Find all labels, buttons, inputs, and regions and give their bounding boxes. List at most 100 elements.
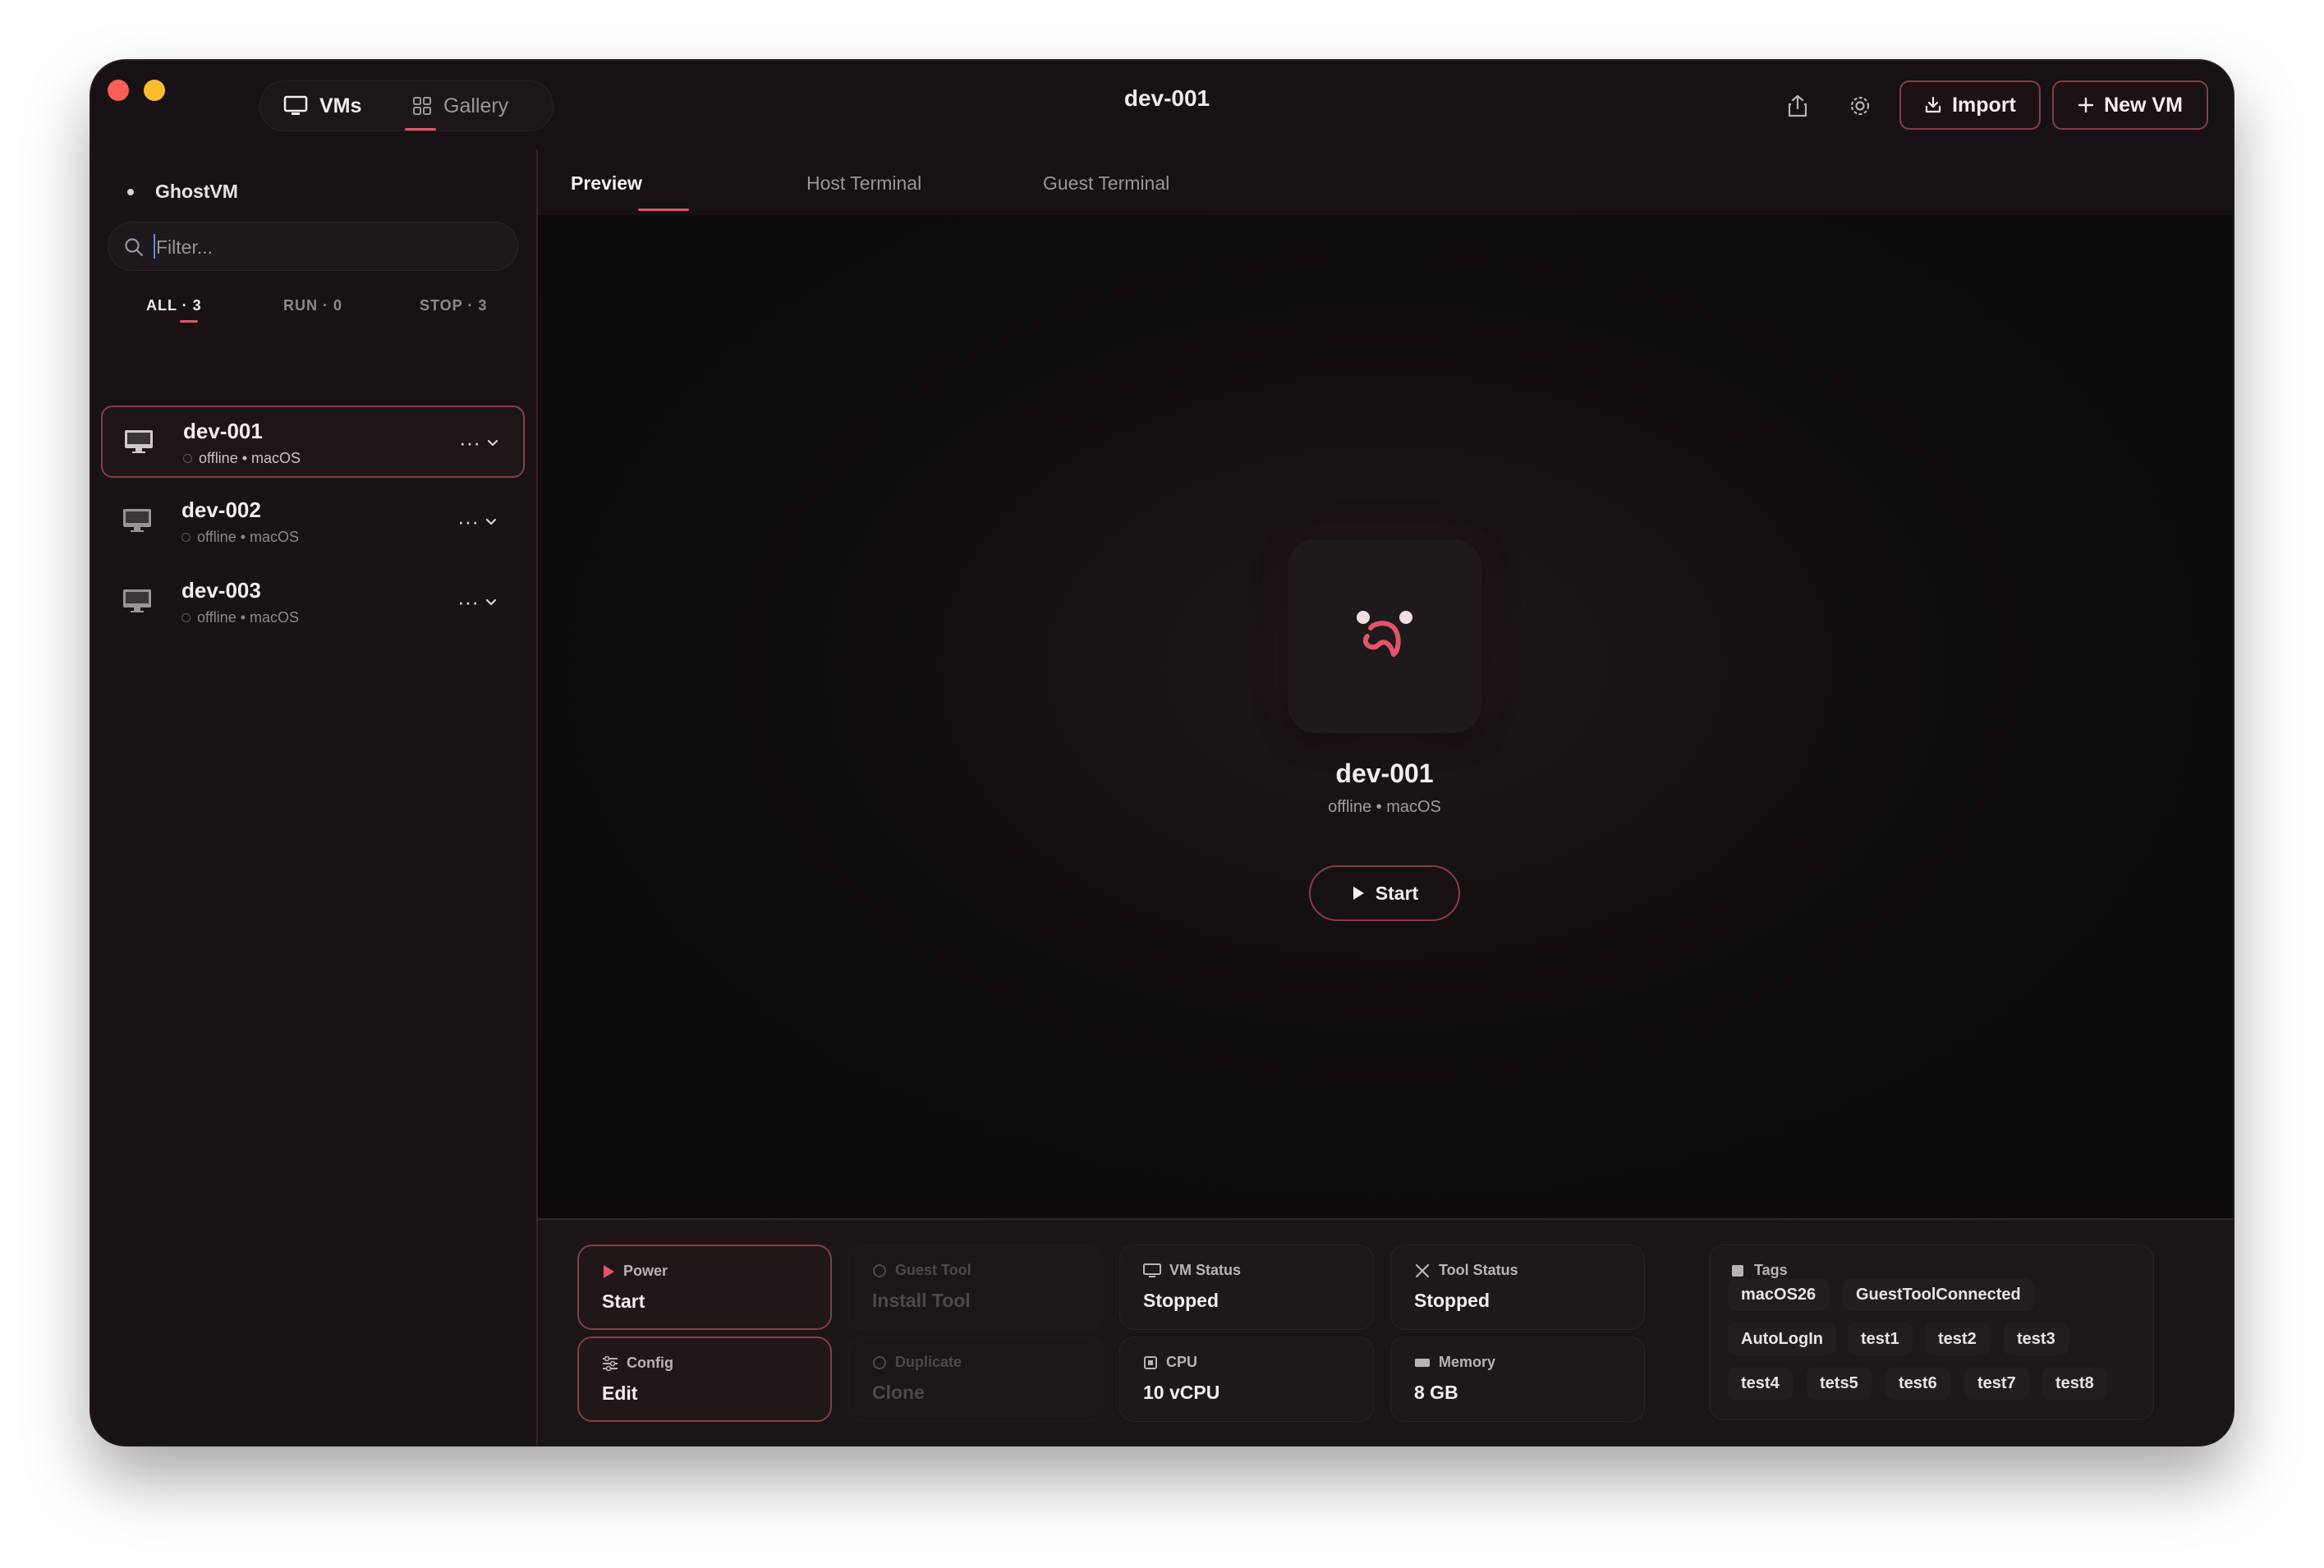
filter-tab-stop[interactable]: STOP · 3 [420, 297, 487, 314]
power-card[interactable]: Power Start [577, 1245, 832, 1330]
vm-actions-menu[interactable]: ··· [457, 509, 497, 534]
duplicate-value: Clone [872, 1382, 925, 1403]
duplicate-icon [873, 1355, 886, 1369]
power-value: Start [602, 1291, 645, 1312]
import-button[interactable]: Import [1899, 80, 2041, 130]
guest-tool-label: Guest Tool [872, 1262, 971, 1279]
tag-chip[interactable]: test1 [1848, 1323, 1913, 1355]
tag-chip[interactable]: macOS26 [1728, 1278, 1830, 1311]
sliders-icon [603, 1355, 618, 1371]
title-bar: VMs Gallery dev-001 Import New VM [91, 61, 2233, 151]
import-button-label: Import [1952, 93, 2016, 117]
preview-vm-name: dev-001 [1335, 759, 1434, 788]
preview-vm-status: offline • macOS [1328, 798, 1441, 816]
vm-list-item[interactable]: dev-003 offline • macOS ··· [101, 566, 525, 639]
app-window: VMs Gallery dev-001 Import New VM GhostV… [91, 61, 2233, 1445]
new-vm-button[interactable]: New VM [2052, 80, 2208, 130]
tag-chip[interactable]: test2 [1925, 1323, 1990, 1355]
vm-status-card: VM Status Stopped [1119, 1245, 1374, 1330]
filter-tabs: ALL · 3 RUN · 0 STOP · 3 [91, 297, 536, 330]
minimize-window-button[interactable] [144, 80, 165, 101]
vms-tab-label: VMs [319, 94, 362, 117]
filter-field[interactable] [108, 222, 518, 271]
tool-status-value: Stopped [1414, 1290, 1490, 1311]
wrench-icon [1415, 1263, 1430, 1277]
view-switcher: VMs Gallery [259, 80, 553, 131]
vm-actions-menu[interactable]: ··· [457, 589, 497, 615]
search-icon [125, 238, 144, 257]
vm-status: offline • macOS [183, 450, 301, 467]
tag-chip[interactable]: test3 [2004, 1323, 2069, 1355]
vms-tab[interactable]: VMs [283, 81, 361, 131]
more-icon: ··· [459, 430, 480, 455]
play-icon [1353, 887, 1364, 900]
brand-name: GhostVM [155, 181, 238, 202]
status-indicator-icon [181, 533, 191, 542]
monitor-icon [283, 95, 308, 115]
tag-chip[interactable]: test4 [1728, 1367, 1793, 1400]
filter-tab-all[interactable]: ALL · 3 [146, 297, 202, 314]
tool-icon [873, 1263, 886, 1277]
tag-chip[interactable]: test6 [1885, 1367, 1950, 1400]
tag-chip[interactable]: test7 [1964, 1367, 2029, 1400]
vm-name: dev-001 [183, 419, 263, 443]
text-caret [154, 234, 155, 259]
close-window-button[interactable] [108, 80, 129, 101]
memory-icon [1415, 1358, 1430, 1367]
start-button[interactable]: Start [1309, 865, 1460, 921]
vm-status-text: offline • macOS [199, 450, 301, 466]
duplicate-card[interactable]: Duplicate Clone [848, 1336, 1103, 1422]
memory-value: 8 GB [1414, 1382, 1458, 1403]
cpu-card: CPU 10 vCPU [1119, 1336, 1374, 1422]
vm-actions-menu[interactable]: ··· [459, 430, 498, 456]
new-vm-button-label: New VM [2104, 93, 2183, 117]
vm-details-panel: Power Start Guest Tool Install Tool VM S… [538, 1220, 2233, 1445]
brand-dot-icon [127, 188, 134, 195]
brand: GhostVM [127, 181, 238, 203]
vm-logo-card [1288, 539, 1481, 733]
config-card[interactable]: Config Edit [577, 1336, 832, 1422]
tab-host-terminal[interactable]: Host Terminal [806, 172, 921, 195]
monitor-icon [125, 430, 153, 453]
detail-tabs: Preview Host Terminal Guest Terminal [538, 149, 2233, 216]
config-label: Config [602, 1355, 673, 1372]
settings-button[interactable] [1838, 84, 1882, 128]
tag-chip[interactable]: GuestToolConnected [1843, 1278, 2034, 1311]
tab-preview[interactable]: Preview [571, 172, 642, 195]
share-icon [1788, 94, 1807, 117]
memory-card: Memory 8 GB [1390, 1336, 1645, 1422]
tool-status-card: Tool Status Stopped [1390, 1245, 1645, 1330]
more-icon: ··· [457, 509, 479, 534]
import-icon [1926, 96, 1941, 113]
share-button[interactable] [1775, 84, 1820, 128]
tab-preview-indicator [638, 209, 689, 211]
start-button-label: Start [1375, 882, 1419, 904]
tag-chip[interactable]: AutoLogIn [1728, 1323, 1836, 1355]
filter-input[interactable] [154, 231, 503, 264]
sidebar: GhostVM ALL · 3 RUN · 0 STOP · 3 dev-001… [91, 149, 538, 1445]
chevron-down-icon [485, 518, 497, 525]
cpu-value: 10 vCPU [1143, 1382, 1220, 1403]
filter-tab-indicator [180, 320, 198, 323]
cpu-icon [1144, 1355, 1157, 1369]
filter-tab-run[interactable]: RUN · 0 [283, 297, 342, 314]
chevron-down-icon [485, 598, 497, 605]
guest-tool-value: Install Tool [872, 1290, 971, 1311]
guest-tool-card[interactable]: Guest Tool Install Tool [848, 1245, 1103, 1330]
memory-label: Memory [1414, 1354, 1495, 1371]
vm-list-item[interactable]: dev-001 offline • macOS ··· [101, 406, 525, 478]
tag-chip[interactable]: tets5 [1807, 1367, 1872, 1400]
chevron-down-icon [487, 439, 498, 446]
vm-status-label: VM Status [1143, 1262, 1241, 1279]
tags-card: Tags macOS26 GuestToolConnected AutoLogI… [1709, 1245, 2154, 1420]
config-value: Edit [602, 1382, 638, 1404]
tab-guest-terminal[interactable]: Guest Terminal [1043, 172, 1169, 195]
tag-chip[interactable]: test8 [2042, 1367, 2107, 1400]
gallery-tab-label: Gallery [443, 94, 509, 117]
tool-status-label: Tool Status [1414, 1262, 1518, 1279]
gallery-tab[interactable]: Gallery [412, 81, 508, 131]
monitor-icon [1143, 1263, 1161, 1277]
vm-list-item[interactable]: dev-002 offline • macOS ··· [101, 486, 525, 558]
vm-name: dev-002 [181, 497, 261, 522]
tags-label: Tags [1731, 1262, 1788, 1279]
